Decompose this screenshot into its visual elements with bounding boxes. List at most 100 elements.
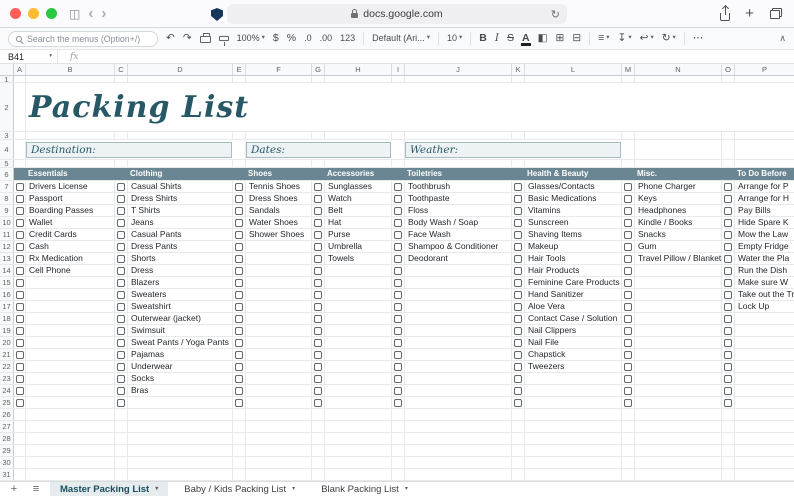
cell[interactable] — [392, 140, 405, 159]
cell[interactable] — [525, 433, 622, 444]
field-box[interactable]: Weather: — [405, 142, 621, 158]
cell[interactable] — [722, 205, 735, 216]
cell[interactable] — [115, 385, 128, 396]
cell[interactable] — [722, 76, 735, 82]
zoom-window-button[interactable] — [46, 8, 57, 19]
cell[interactable] — [246, 132, 312, 139]
column-header-K[interactable]: K — [512, 64, 525, 75]
cell[interactable] — [622, 253, 635, 264]
cell[interactable] — [115, 361, 128, 372]
cell[interactable] — [312, 241, 325, 252]
cell[interactable] — [26, 457, 115, 468]
cell[interactable] — [622, 337, 635, 348]
column-header-G[interactable]: G — [312, 64, 325, 75]
item-checkbox[interactable] — [394, 398, 402, 407]
item-checkbox[interactable] — [235, 374, 243, 383]
item-checkbox[interactable] — [394, 182, 402, 191]
cell[interactable] — [233, 397, 246, 408]
borders-button[interactable]: ⊞ — [556, 33, 565, 44]
cell[interactable] — [635, 140, 722, 159]
cell[interactable] — [14, 385, 26, 396]
item-checkbox[interactable] — [117, 266, 125, 275]
cell[interactable] — [14, 140, 26, 159]
cell[interactable] — [128, 457, 233, 468]
item-label-cell[interactable]: Sandals — [246, 205, 312, 216]
cell[interactable] — [325, 409, 392, 420]
item-checkbox[interactable] — [394, 254, 402, 263]
horizontal-align-button[interactable]: ≡ ▾ — [598, 33, 609, 44]
row-header-26[interactable]: 26 — [0, 409, 14, 420]
cell[interactable] — [246, 421, 312, 432]
item-label-cell[interactable]: Gum — [635, 241, 722, 252]
cell[interactable] — [312, 229, 325, 240]
cell[interactable] — [246, 433, 312, 444]
item-label-cell[interactable]: Mow the Law — [735, 229, 794, 240]
item-label-cell[interactable]: Wallet — [26, 217, 115, 228]
cell[interactable] — [312, 301, 325, 312]
item-label-cell[interactable] — [26, 325, 115, 336]
item-checkbox[interactable] — [394, 194, 402, 203]
item-checkbox[interactable] — [724, 374, 732, 383]
item-checkbox[interactable] — [624, 338, 632, 347]
column-header-H[interactable]: H — [325, 64, 392, 75]
item-label-cell[interactable] — [246, 325, 312, 336]
row-header-1[interactable]: 1 — [0, 76, 14, 84]
item-label-cell[interactable]: Casual Shirts — [128, 181, 233, 192]
item-label-cell[interactable]: Passport — [26, 193, 115, 204]
cell[interactable] — [512, 241, 525, 252]
cell[interactable] — [512, 421, 525, 432]
item-label-cell[interactable]: Toothpaste — [405, 193, 512, 204]
item-checkbox[interactable] — [514, 206, 522, 215]
cell[interactable] — [622, 313, 635, 324]
item-label-cell[interactable]: T Shirts — [128, 205, 233, 216]
cell[interactable] — [325, 160, 392, 167]
item-label-cell[interactable] — [325, 397, 392, 408]
cell[interactable] — [233, 409, 246, 420]
item-label-cell[interactable] — [405, 385, 512, 396]
cell[interactable] — [233, 132, 246, 139]
cell[interactable] — [14, 445, 26, 456]
cell[interactable] — [525, 445, 622, 456]
item-label-cell[interactable]: Run the Dish — [735, 265, 794, 276]
item-checkbox[interactable] — [314, 182, 322, 191]
item-label-cell[interactable] — [405, 337, 512, 348]
item-label-cell[interactable] — [735, 349, 794, 360]
cell[interactable] — [115, 205, 128, 216]
item-checkbox[interactable] — [514, 194, 522, 203]
item-label-cell[interactable]: Vitamins — [525, 205, 622, 216]
item-checkbox[interactable] — [514, 278, 522, 287]
cell[interactable] — [325, 132, 392, 139]
cell[interactable] — [312, 277, 325, 288]
item-label-cell[interactable] — [26, 361, 115, 372]
item-checkbox[interactable] — [514, 362, 522, 371]
item-label-cell[interactable] — [325, 325, 392, 336]
cell[interactable] — [622, 217, 635, 228]
cell[interactable] — [722, 421, 735, 432]
cell[interactable] — [233, 241, 246, 252]
item-checkbox[interactable] — [235, 350, 243, 359]
item-checkbox[interactable] — [724, 350, 732, 359]
cell[interactable] — [735, 445, 794, 456]
cell[interactable] — [405, 160, 512, 167]
tab-master-packing-list[interactable]: Master Packing List ▾ — [50, 482, 169, 496]
cell[interactable] — [325, 76, 392, 82]
cell[interactable] — [115, 193, 128, 204]
cell[interactable] — [512, 337, 525, 348]
cell[interactable]: Dates: — [246, 140, 392, 159]
cell[interactable] — [128, 409, 233, 420]
cell[interactable] — [722, 349, 735, 360]
cell[interactable] — [115, 265, 128, 276]
cell[interactable] — [392, 313, 405, 324]
cell[interactable] — [233, 469, 246, 480]
row-header-2[interactable]: 2 — [0, 83, 14, 131]
item-checkbox[interactable] — [15, 266, 24, 275]
row-header-3[interactable]: 3 — [0, 131, 14, 140]
item-label-cell[interactable]: Face Wash — [405, 229, 512, 240]
cell[interactable] — [312, 253, 325, 264]
row-header-28[interactable]: 28 — [0, 433, 14, 444]
row-header-8[interactable]: 8 — [0, 193, 14, 204]
item-label-cell[interactable]: Drivers License — [26, 181, 115, 192]
item-checkbox[interactable] — [724, 254, 732, 263]
row-header-12[interactable]: 12 — [0, 241, 14, 252]
row-header-19[interactable]: 19 — [0, 325, 14, 336]
